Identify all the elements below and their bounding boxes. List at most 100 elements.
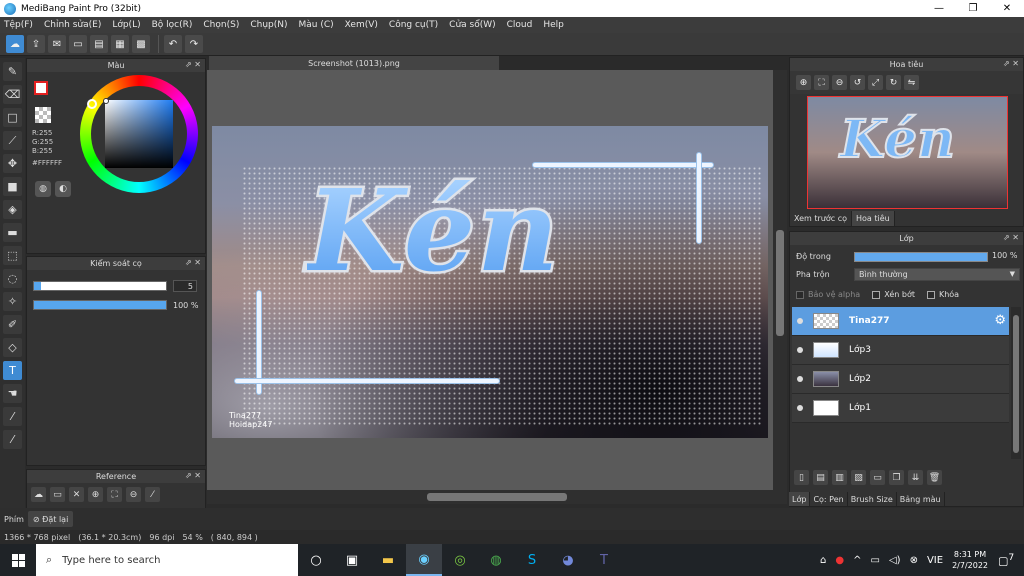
comment-icon[interactable]: ✉ [48,35,66,53]
panel-close-icon[interactable]: ⇗ ✕ [1003,233,1019,242]
layer-row-lop1[interactable]: Lớp1 [792,394,1009,423]
share-icon[interactable]: ⇪ [27,35,45,53]
teams-icon[interactable]: T [586,544,622,576]
file-explorer-icon[interactable]: ▬ [370,544,406,576]
language-indicator[interactable]: VIE [927,555,943,566]
select-rect-tool-icon[interactable]: ⬚ [3,246,22,265]
start-button[interactable] [0,544,36,576]
gear-icon[interactable]: ⚙ [994,313,1006,328]
eyedropper-tool-icon[interactable]: ⁄ [3,407,22,426]
sv-marker[interactable] [103,98,109,104]
visibility-icon[interactable] [797,318,803,324]
zoom-fit-icon[interactable]: ⛶ [814,75,829,90]
cloud-icon[interactable]: ☁ [6,35,24,53]
layer-scrollbar[interactable] [1011,307,1021,459]
lock-checkbox[interactable]: Khóa [926,290,959,299]
close-icon[interactable]: ✕ [69,487,84,502]
tab-navigator[interactable]: Hoa tiêu [852,211,895,226]
fit-window-icon[interactable]: ⤢ [868,75,883,90]
notification-icon[interactable]: ▢7 [998,552,1018,568]
fit-icon[interactable]: ⛶ [107,487,122,502]
reset-button[interactable]: ⊘ Đặt lại [27,511,74,527]
taskbar-search[interactable]: ⌕ Type here to search [36,544,298,576]
menu-select[interactable]: Chọn(S) [203,20,239,30]
navigator-thumbnail[interactable]: Kén [807,96,1008,209]
rectangle-tool-icon[interactable]: □ [3,108,22,127]
grid-icon[interactable]: ▦ [111,35,129,53]
new-1bit-layer-icon[interactable]: ▧ [851,470,866,485]
magic-wand-tool-icon[interactable]: ✧ [3,292,22,311]
select-eraser-tool-icon[interactable]: ◇ [3,338,22,357]
network-icon[interactable]: ▭ [871,555,880,566]
hue-marker[interactable] [87,99,97,109]
panel-close-icon[interactable]: ⇗ ✕ [185,60,201,69]
menu-color[interactable]: Màu (C) [299,20,334,30]
undo-icon[interactable]: ↶ [164,35,182,53]
close-button[interactable]: ✕ [990,0,1024,17]
text-tool-icon[interactable]: T [3,361,22,380]
layer-opacity-slider[interactable] [854,252,988,262]
menu-file[interactable]: Tệp(F) [4,20,33,30]
protect-alpha-checkbox[interactable]: Bảo vệ alpha [796,290,860,299]
layer-row-tina277[interactable]: Tina277 ⚙ [792,307,1009,336]
menu-cloud[interactable]: Cloud [507,20,533,30]
eyedropper-icon[interactable]: ⁄ [145,487,160,502]
unikey-icon[interactable]: ⊗ [910,555,918,566]
brush-tool-icon[interactable]: ⟋ [3,131,22,150]
layer-folder-icon[interactable]: ▭ [870,470,885,485]
tab-brush[interactable]: Cọ: Pen [810,492,848,506]
new-8bit-layer-icon[interactable]: ▥ [832,470,847,485]
clipping-checkbox[interactable]: Xén bớt [872,290,915,299]
redo-icon[interactable]: ↷ [185,35,203,53]
canvas-image[interactable]: Kén Kén Tina277 Hoidap247 [212,126,768,438]
antivirus-icon[interactable]: ● [835,555,844,566]
foreground-color-swatch[interactable] [34,81,48,95]
restore-button[interactable]: ❐ [956,0,990,17]
panel-close-icon[interactable]: ⇗ ✕ [185,471,201,480]
hand-tool-icon[interactable]: ☚ [3,384,22,403]
pen-tool-icon[interactable]: ✎ [3,62,22,81]
fill-rect-tool-icon[interactable]: ■ [3,177,22,196]
minimize-button[interactable]: — [922,0,956,17]
tab-brush-size[interactable]: Brush Size [847,492,897,506]
tiles-icon[interactable]: ▩ [132,35,150,53]
menu-layer[interactable]: Lớp(L) [112,20,140,30]
meet-now-icon[interactable]: ⌂ [820,555,826,566]
visibility-icon[interactable] [797,376,803,382]
flip-icon[interactable]: ⇋ [904,75,919,90]
horizontal-scroll-thumb[interactable] [427,493,567,501]
saturation-value-square[interactable] [105,100,173,168]
eraser-tool-icon[interactable]: ⌫ [3,85,22,104]
page-icon[interactable]: ▭ [69,35,87,53]
tab-color-palette[interactable]: Bảng màu [896,492,945,506]
brush-size-value[interactable]: 5 [173,280,197,292]
volume-icon[interactable]: ◁) [889,555,901,566]
cloud-download-icon[interactable]: ☁ [31,487,46,502]
layer-row-lop3[interactable]: Lớp3 [792,336,1009,365]
chrome-icon[interactable]: ◍ [478,544,514,576]
skype-icon[interactable]: S [514,544,550,576]
menu-help[interactable]: Help [543,20,564,30]
tab-brush-preview[interactable]: Xem trước cọ [790,211,853,226]
menu-snap[interactable]: Chụp(N) [250,20,287,30]
vertical-scroll-thumb[interactable] [776,230,784,336]
rotate-right-icon[interactable]: ↻ [886,75,901,90]
delete-layer-icon[interactable]: 🗑 [927,470,942,485]
vertical-scrollbar[interactable] [773,70,787,490]
taskbar-clock[interactable]: 8:31 PM 2/7/2022 [952,549,988,571]
select-pen-tool-icon[interactable]: ✐ [3,315,22,334]
layer-scroll-thumb[interactable] [1013,315,1019,453]
menu-edit[interactable]: Chỉnh sửa(E) [44,20,101,30]
document-icon[interactable]: ▤ [90,35,108,53]
bucket-tool-icon[interactable]: ◈ [3,200,22,219]
hue-wheel[interactable] [80,75,198,193]
zoom-out-icon[interactable]: ⊖ [832,75,847,90]
color-settings-icon[interactable]: ◐ [55,181,71,197]
dropper-alt-tool-icon[interactable]: ⁄ [3,430,22,449]
menu-window[interactable]: Cửa sổ(W) [449,20,495,30]
menu-filter[interactable]: Bộ lọc(R) [152,20,193,30]
gradient-tool-icon[interactable]: ▬ [3,223,22,242]
palette-icon[interactable]: ◍ [35,181,51,197]
blend-mode-select[interactable]: Bình thường ▼ [854,268,1020,281]
new-halftone-layer-icon[interactable]: ▤ [813,470,828,485]
